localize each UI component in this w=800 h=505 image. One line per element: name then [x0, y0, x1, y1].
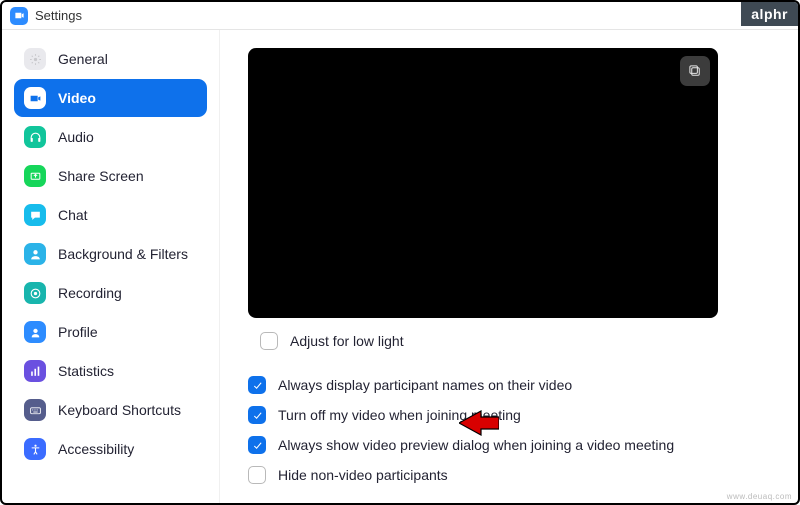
window-title: Settings	[35, 8, 82, 23]
gear-icon	[24, 48, 46, 70]
headphones-icon	[24, 126, 46, 148]
sidebar-item-background-filters[interactable]: Background & Filters	[14, 235, 207, 273]
pointer-arrow-icon	[459, 408, 499, 443]
sidebar-item-label: Share Screen	[58, 168, 144, 184]
option-turn-off-video[interactable]: Turn off my video when joining meeting	[248, 406, 784, 424]
accessibility-icon	[24, 438, 46, 460]
checkbox-unchecked-icon[interactable]	[248, 466, 266, 484]
camera-icon	[24, 87, 46, 109]
keyboard-icon	[24, 399, 46, 421]
stats-icon	[24, 360, 46, 382]
sidebar-item-general[interactable]: General	[14, 40, 207, 78]
sidebar-item-chat[interactable]: Chat	[14, 196, 207, 234]
watermark-badge: alphr	[741, 2, 798, 26]
sidebar-item-statistics[interactable]: Statistics	[14, 352, 207, 390]
chat-icon	[24, 204, 46, 226]
sidebar-item-share-screen[interactable]: Share Screen	[14, 157, 207, 195]
sidebar-item-video[interactable]: Video	[14, 79, 207, 117]
sidebar-item-label: Background & Filters	[58, 246, 188, 262]
sidebar-item-label: Video	[58, 90, 96, 106]
checkbox-checked-icon[interactable]	[248, 406, 266, 424]
option-hide-nonvideo[interactable]: Hide non-video participants	[248, 466, 784, 484]
main-panel: Adjust for low light Always display part…	[220, 30, 798, 503]
video-preview	[248, 48, 718, 318]
sidebar-item-label: Accessibility	[58, 441, 134, 457]
sidebar-item-label: Audio	[58, 129, 94, 145]
app-icon	[10, 7, 28, 25]
sidebar-item-label: Chat	[58, 207, 88, 223]
adjust-low-light-label: Adjust for low light	[290, 333, 404, 349]
sidebar-item-recording[interactable]: Recording	[14, 274, 207, 312]
sidebar: General Video Audio Share Screen Chat Backgro…	[2, 30, 220, 503]
source-mark: www.deuaq.com	[727, 492, 792, 501]
checkbox-checked-icon[interactable]	[248, 436, 266, 454]
sidebar-item-audio[interactable]: Audio	[14, 118, 207, 156]
sidebar-item-profile[interactable]: Profile	[14, 313, 207, 351]
profile-icon	[24, 321, 46, 343]
checkbox-unchecked-icon[interactable]	[260, 332, 278, 350]
titlebar: Settings	[2, 2, 798, 30]
rotate-icon[interactable]	[680, 56, 710, 86]
sidebar-item-label: Keyboard Shortcuts	[58, 402, 181, 418]
share-icon	[24, 165, 46, 187]
adjust-low-light-row[interactable]: Adjust for low light	[260, 332, 784, 350]
sidebar-item-label: Statistics	[58, 363, 114, 379]
sidebar-item-label: General	[58, 51, 108, 67]
sidebar-item-accessibility[interactable]: Accessibility	[14, 430, 207, 468]
option-show-preview[interactable]: Always show video preview dialog when jo…	[248, 436, 784, 454]
checkbox-checked-icon[interactable]	[248, 376, 266, 394]
record-icon	[24, 282, 46, 304]
option-label: Always display participant names on thei…	[278, 377, 572, 393]
option-display-names[interactable]: Always display participant names on thei…	[248, 376, 784, 394]
option-label: Hide non-video participants	[278, 467, 448, 483]
person-icon	[24, 243, 46, 265]
sidebar-item-label: Recording	[58, 285, 122, 301]
sidebar-item-label: Profile	[58, 324, 98, 340]
sidebar-item-keyboard-shortcuts[interactable]: Keyboard Shortcuts	[14, 391, 207, 429]
